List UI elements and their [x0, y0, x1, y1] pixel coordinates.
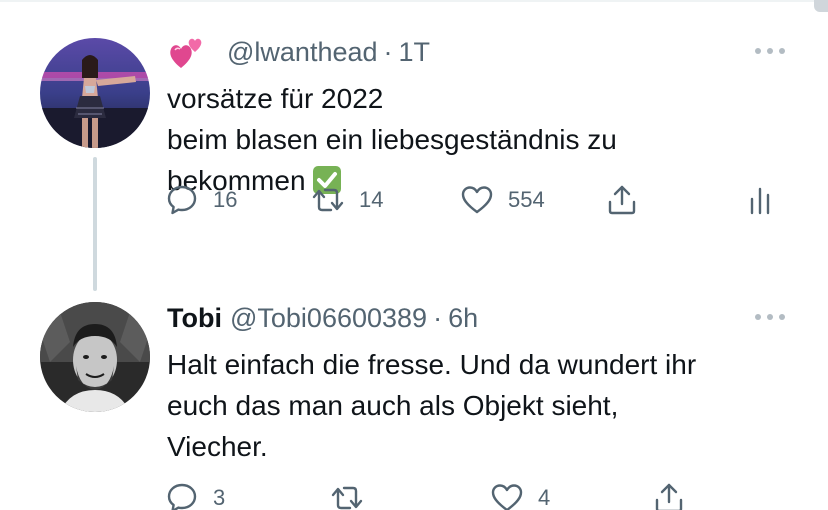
tweet-body: @lwanthead · 1T vorsätze für 2022 beim b… — [167, 32, 788, 201]
tweet-actions: 16 14 554 — [0, 180, 828, 220]
profile-photo-man — [40, 302, 150, 412]
user-handle[interactable]: @Tobi06600389 — [230, 303, 427, 334]
retweet-button[interactable] — [330, 478, 378, 510]
more-options-button[interactable] — [752, 36, 788, 66]
like-button[interactable]: 4 — [490, 478, 550, 510]
more-options-button[interactable] — [752, 302, 788, 332]
thread-connector — [93, 157, 97, 291]
reply-count: 3 — [213, 485, 226, 510]
tweet-actions: 3 4 — [0, 478, 828, 510]
separator: · — [383, 36, 393, 67]
separator: · — [433, 302, 443, 333]
tweet-header: Tobi @Tobi06600389 · 6h — [167, 298, 788, 338]
heart-icon — [491, 484, 523, 510]
like-count: 554 — [508, 187, 545, 212]
like-count: 4 — [538, 485, 551, 510]
retweet-button[interactable]: 14 — [311, 180, 383, 220]
heart-icon — [461, 186, 493, 214]
analytics-button[interactable] — [745, 180, 779, 220]
share-icon — [608, 185, 636, 215]
retweet-count: 14 — [359, 187, 384, 212]
tweet-original[interactable]: @lwanthead · 1T vorsätze für 2022 beim b… — [0, 0, 828, 291]
reply-button[interactable]: 3 — [165, 478, 225, 510]
share-button[interactable] — [652, 478, 686, 510]
avatar-tobi[interactable] — [40, 302, 150, 412]
tweet-header: @lwanthead · 1T — [167, 32, 788, 72]
tweet-text-line: Viecher. — [167, 431, 268, 462]
reply-button[interactable]: 16 — [165, 180, 237, 220]
more-dots-icon — [755, 314, 785, 320]
reply-icon — [167, 185, 197, 215]
tweet-text-line: Halt einfach die fresse. Und da wundert … — [167, 349, 697, 380]
profile-photo-dancer — [40, 38, 150, 148]
tweet-timestamp[interactable]: 6h — [448, 303, 478, 334]
analytics-icon — [750, 187, 770, 215]
share-icon — [655, 483, 683, 510]
tweet-text-line: euch das man auch als Objekt sieht, — [167, 390, 619, 421]
avatar-lwanthead[interactable] — [40, 38, 150, 148]
user-handle[interactable]: @lwanthead — [227, 37, 378, 68]
tweet-timestamp[interactable]: 1T — [399, 37, 431, 68]
retweet-icon — [331, 486, 363, 510]
tweet-text-line: beim blasen ein liebesgeständnis zu — [167, 124, 617, 155]
two-hearts-emoji — [167, 32, 207, 72]
tweet-body: Tobi @Tobi06600389 · 6h Halt einfach die… — [167, 298, 788, 467]
tweet-text: Halt einfach die fresse. Und da wundert … — [167, 344, 788, 467]
reply-icon — [167, 483, 197, 510]
tweet-text-line: vorsätze für 2022 — [167, 83, 384, 114]
tweet-reply[interactable]: Tobi @Tobi06600389 · 6h Halt einfach die… — [0, 290, 828, 510]
reply-count: 16 — [213, 187, 238, 212]
more-dots-icon — [755, 48, 785, 54]
share-button[interactable] — [605, 180, 639, 220]
retweet-icon — [312, 188, 344, 212]
display-name[interactable]: Tobi — [167, 303, 222, 334]
like-button[interactable]: 554 — [460, 180, 545, 220]
